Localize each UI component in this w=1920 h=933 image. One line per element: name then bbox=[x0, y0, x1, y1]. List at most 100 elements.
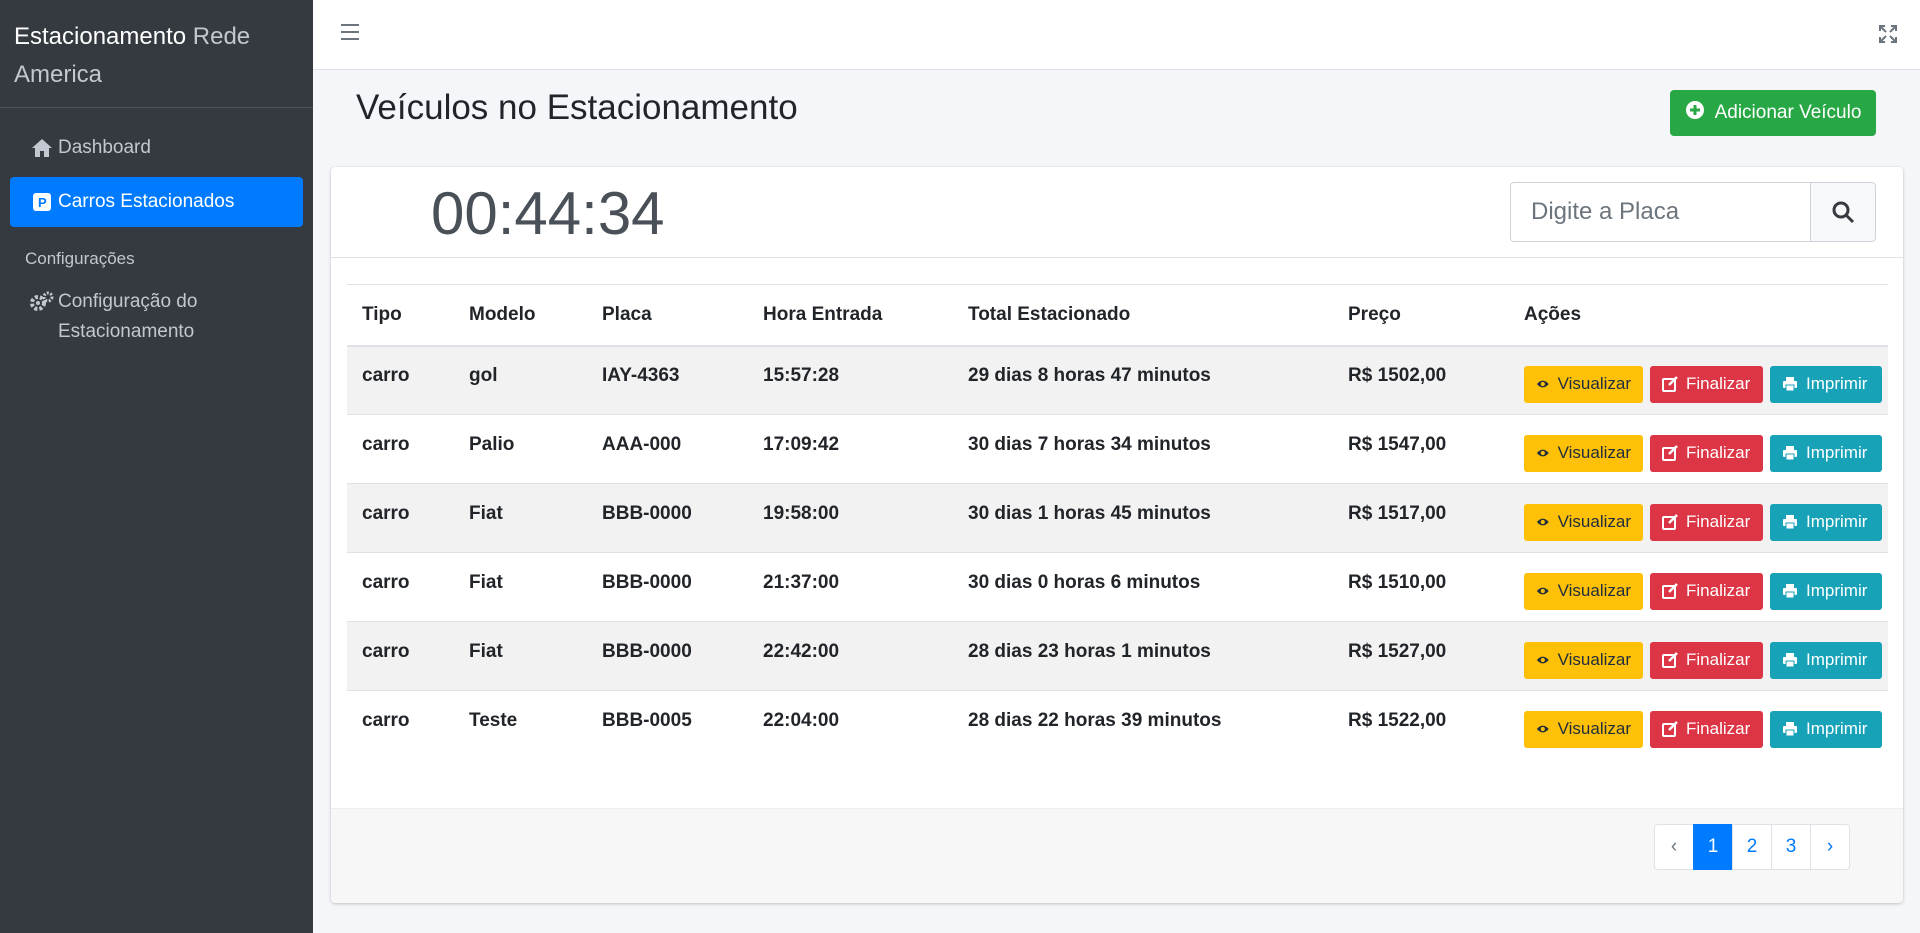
print-label: Imprimir bbox=[1806, 374, 1868, 394]
card-header: 00:44:34 bbox=[331, 167, 1903, 258]
pagination-page-2[interactable]: 2 bbox=[1732, 824, 1772, 870]
view-label: Visualizar bbox=[1557, 650, 1631, 669]
cell-tipo: carro bbox=[347, 414, 454, 484]
cell-total-estacionado: 30 dias 1 horas 45 minutos bbox=[953, 483, 1333, 553]
pagination-next[interactable]: › bbox=[1810, 824, 1850, 870]
table-row: carro gol IAY-4363 15:57:28 29 dias 8 horas … bbox=[347, 345, 1888, 415]
cell-total-estacionado: 28 dias 22 horas 39 minutos bbox=[953, 690, 1333, 760]
vehicles-card: 00:44:34 Tipo Modelo Placa Hora Entrada … bbox=[331, 167, 1903, 903]
add-vehicle-button[interactable]: Adicionar Veículo bbox=[1670, 90, 1876, 136]
svg-text:P: P bbox=[38, 195, 47, 210]
eye-icon bbox=[1536, 380, 1549, 388]
col-hora-entrada: Hora Entrada bbox=[748, 284, 953, 347]
brand-link[interactable]: Estacionamento Rede America bbox=[0, 0, 313, 108]
cell-modelo: Palio bbox=[454, 414, 587, 484]
card-footer: ‹ 1 2 3 › bbox=[331, 808, 1903, 903]
edit-icon bbox=[1662, 721, 1678, 738]
finish-label: Finalizar bbox=[1686, 374, 1751, 394]
view-button[interactable]: Visualizar bbox=[1524, 710, 1643, 748]
cell-total-estacionado: 30 dias 0 horas 6 minutos bbox=[953, 552, 1333, 622]
table-row: carro Fiat BBB-0000 21:37:00 30 dias 0 horas… bbox=[347, 552, 1888, 622]
pagination-prev[interactable]: ‹ bbox=[1654, 824, 1694, 870]
view-button[interactable]: Visualizar bbox=[1524, 365, 1643, 403]
cell-placa: BBB-0005 bbox=[587, 690, 748, 760]
sidebar-section-header: Configurações bbox=[25, 249, 135, 268]
print-button[interactable]: Imprimir bbox=[1770, 572, 1882, 610]
brand-name: Estacionamento bbox=[14, 23, 187, 50]
view-button[interactable]: Visualizar bbox=[1524, 572, 1643, 610]
eye-icon bbox=[1536, 656, 1549, 664]
print-button[interactable]: Imprimir bbox=[1770, 434, 1882, 472]
print-icon bbox=[1783, 446, 1797, 461]
sidebar-item-carros-estacionados[interactable]: P Carros Estacionados bbox=[10, 177, 303, 227]
add-vehicle-label: Adicionar Veículo bbox=[1714, 102, 1862, 123]
view-button[interactable]: Visualizar bbox=[1524, 434, 1643, 472]
hamburger-icon[interactable] bbox=[341, 24, 359, 42]
pagination-page-1[interactable]: 1 bbox=[1693, 824, 1733, 870]
print-icon bbox=[1783, 584, 1797, 599]
cell-tipo: carro bbox=[347, 345, 454, 415]
edit-icon bbox=[1662, 376, 1678, 393]
table-row: carro Fiat BBB-0000 19:58:00 30 dias 1 horas… bbox=[347, 483, 1888, 553]
print-button[interactable]: Imprimir bbox=[1770, 710, 1882, 748]
parking-icon: P bbox=[30, 190, 54, 214]
edit-icon bbox=[1662, 514, 1678, 530]
col-total-estacionado: Total Estacionado bbox=[953, 284, 1333, 347]
finish-button[interactable]: Finalizar bbox=[1650, 503, 1763, 541]
sidebar-item-dashboard[interactable]: Dashboard bbox=[10, 123, 303, 173]
view-label: Visualizar bbox=[1557, 443, 1631, 462]
view-label: Visualizar bbox=[1557, 374, 1631, 394]
config-label-line1: Configuração do bbox=[58, 291, 198, 312]
table-row: carro Fiat BBB-0000 22:42:00 28 dias 23 hora… bbox=[347, 621, 1888, 691]
sidebar-item-label: Carros Estacionados bbox=[58, 191, 235, 212]
cell-acoes: Visualizar Finalizar Imprimir bbox=[1509, 414, 1888, 484]
view-label: Visualizar bbox=[1557, 512, 1631, 531]
print-button[interactable]: Imprimir bbox=[1770, 641, 1882, 679]
finish-label: Finalizar bbox=[1686, 512, 1751, 531]
cell-hora-entrada: 17:09:42 bbox=[748, 414, 953, 484]
finish-button[interactable]: Finalizar bbox=[1650, 572, 1763, 610]
home-icon bbox=[30, 136, 54, 160]
view-label: Visualizar bbox=[1557, 719, 1631, 739]
search-button[interactable] bbox=[1810, 182, 1876, 242]
print-button[interactable]: Imprimir bbox=[1770, 503, 1882, 541]
eye-icon bbox=[1536, 449, 1549, 457]
pagination-page-3[interactable]: 3 bbox=[1771, 824, 1811, 870]
finish-button[interactable]: Finalizar bbox=[1650, 434, 1763, 472]
print-icon bbox=[1783, 515, 1797, 530]
cell-tipo: carro bbox=[347, 690, 454, 760]
finish-button[interactable]: Finalizar bbox=[1650, 710, 1763, 748]
config-label-line2: Estacionamento bbox=[58, 321, 195, 342]
cell-acoes: Visualizar Finalizar Imprimir bbox=[1509, 690, 1888, 760]
top-navbar bbox=[313, 0, 1920, 70]
plus-circle-icon bbox=[1685, 100, 1705, 126]
finish-button[interactable]: Finalizar bbox=[1650, 641, 1763, 679]
cell-preco: R$ 1527,00 bbox=[1333, 621, 1509, 691]
cell-modelo: gol bbox=[454, 345, 587, 415]
view-button[interactable]: Visualizar bbox=[1524, 503, 1643, 541]
cell-placa: BBB-0000 bbox=[587, 483, 748, 553]
print-label: Imprimir bbox=[1806, 581, 1868, 600]
cell-preco: R$ 1502,00 bbox=[1333, 345, 1509, 415]
cell-modelo: Teste bbox=[454, 690, 587, 760]
cell-hora-entrada: 21:37:00 bbox=[748, 552, 953, 622]
cell-placa: BBB-0000 bbox=[587, 552, 748, 622]
expand-icon[interactable] bbox=[1878, 24, 1898, 44]
plate-search-input[interactable] bbox=[1510, 182, 1810, 242]
cell-total-estacionado: 29 dias 8 horas 47 minutos bbox=[953, 345, 1333, 415]
print-icon bbox=[1783, 722, 1797, 737]
cell-modelo: Fiat bbox=[454, 483, 587, 553]
sidebar-item-configuracao[interactable]: Configuração do Estacionamento bbox=[10, 279, 303, 355]
cell-hora-entrada: 22:42:00 bbox=[748, 621, 953, 691]
print-label: Imprimir bbox=[1806, 650, 1868, 669]
sidebar: Estacionamento Rede America Dashboard P … bbox=[0, 0, 313, 933]
finish-button[interactable]: Finalizar bbox=[1650, 365, 1763, 403]
cell-acoes: Visualizar Finalizar Imprimir bbox=[1509, 345, 1888, 415]
finish-label: Finalizar bbox=[1686, 650, 1751, 669]
col-modelo: Modelo bbox=[454, 284, 587, 347]
print-label: Imprimir bbox=[1806, 512, 1868, 531]
cell-placa: IAY-4363 bbox=[587, 345, 748, 415]
view-button[interactable]: Visualizar bbox=[1524, 641, 1643, 679]
print-label: Imprimir bbox=[1806, 443, 1868, 462]
print-button[interactable]: Imprimir bbox=[1770, 365, 1882, 403]
